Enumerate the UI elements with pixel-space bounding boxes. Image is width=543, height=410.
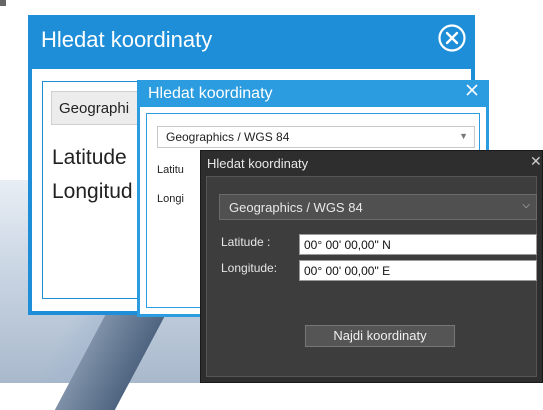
- find-coordinates-button[interactable]: Najdi koordinaty: [305, 325, 455, 347]
- longitude-label: Longitud: [52, 180, 133, 203]
- close-icon[interactable]: [465, 83, 479, 97]
- close-circle-icon[interactable]: [437, 23, 467, 53]
- close-icon[interactable]: ✕: [530, 153, 542, 169]
- latitude-label: Latitude :: [221, 235, 271, 249]
- projection-select-value: Geographics / WGS 84: [229, 200, 363, 215]
- corner-marker: [0, 0, 6, 6]
- latitude-label: Latitu: [157, 164, 184, 176]
- titlebar: Hledat koordinaty: [28, 15, 475, 65]
- projection-select[interactable]: Geographics / WGS 84 ▼: [157, 126, 475, 148]
- latitude-label: Latitude: [52, 146, 127, 169]
- dialog-title: Hledat koordinaty: [41, 27, 213, 52]
- chevron-down-icon: ▼: [459, 131, 468, 141]
- dialog-body: Geographics / WGS 84 ⌵ Latitude : Longit…: [206, 176, 537, 377]
- chevron-down-icon: ⌵: [522, 200, 530, 211]
- longitude-label: Longi: [157, 193, 184, 205]
- longitude-input[interactable]: [299, 260, 537, 281]
- dialog-title: Hledat koordinaty: [148, 85, 273, 102]
- projection-select-value: Geographics / WGS 84: [166, 130, 290, 144]
- dialog-title: Hledat koordinaty: [207, 156, 309, 171]
- dialog-dark: Hledat koordinaty ✕ Geographics / WGS 84…: [200, 150, 543, 383]
- latitude-input[interactable]: [299, 234, 537, 255]
- projection-select[interactable]: Geographics / WGS 84 ⌵: [219, 194, 537, 220]
- longitude-label: Longitude:: [221, 261, 278, 275]
